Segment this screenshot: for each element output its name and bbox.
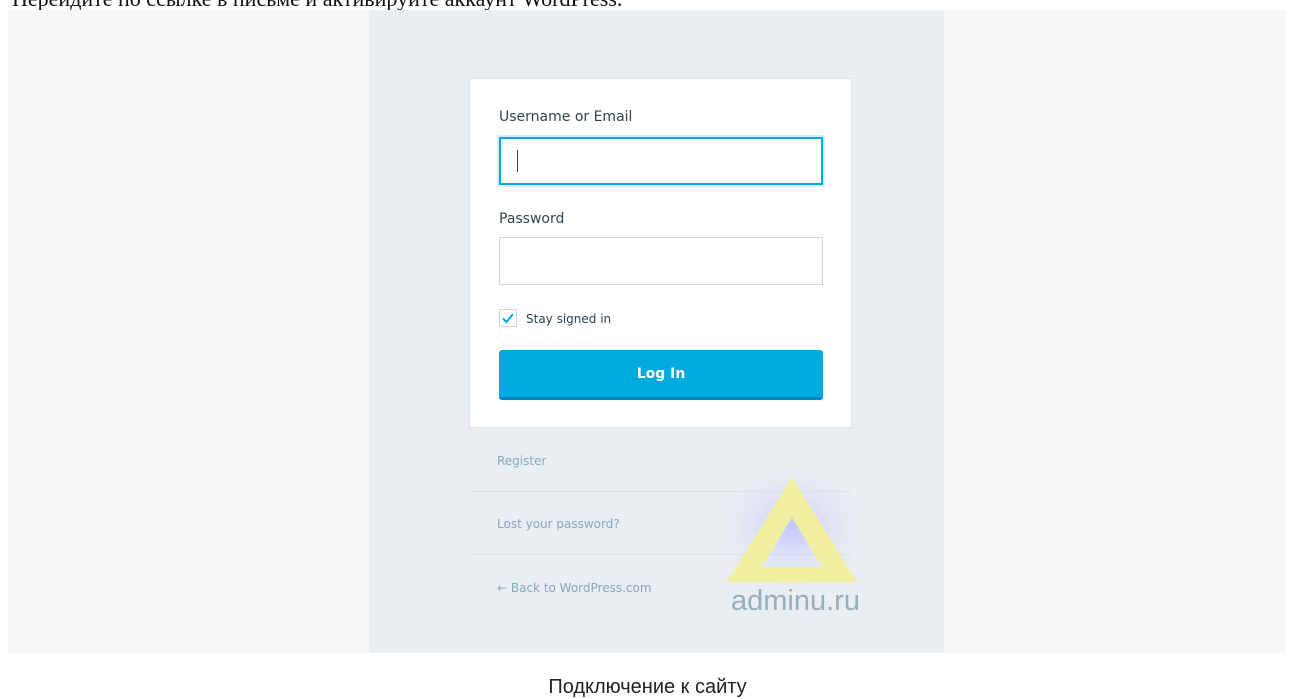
username-input[interactable] [499,137,823,185]
password-input[interactable] [499,237,823,285]
password-label: Password [499,211,565,227]
watermark-logo-icon [717,472,867,598]
register-link[interactable]: Register [497,454,546,468]
text-caret [517,150,518,172]
watermark-text: adminu.ru [731,585,860,617]
stay-signed-in-checkbox[interactable] [499,309,517,327]
stay-signed-in-label: Stay signed in [526,312,612,326]
login-card: Username or Email Password Stay signed i… [469,78,852,428]
figure-caption: Подключение к сайту [548,676,747,698]
lost-password-link[interactable]: Lost your password? [497,517,620,531]
username-label: Username or Email [499,109,633,125]
login-screen: Username or Email Password Stay signed i… [369,10,944,653]
checkmark-icon [502,313,514,324]
back-to-wordpress-link[interactable]: ← Back to WordPress.com [497,581,652,595]
login-button[interactable]: Log In [499,350,823,400]
